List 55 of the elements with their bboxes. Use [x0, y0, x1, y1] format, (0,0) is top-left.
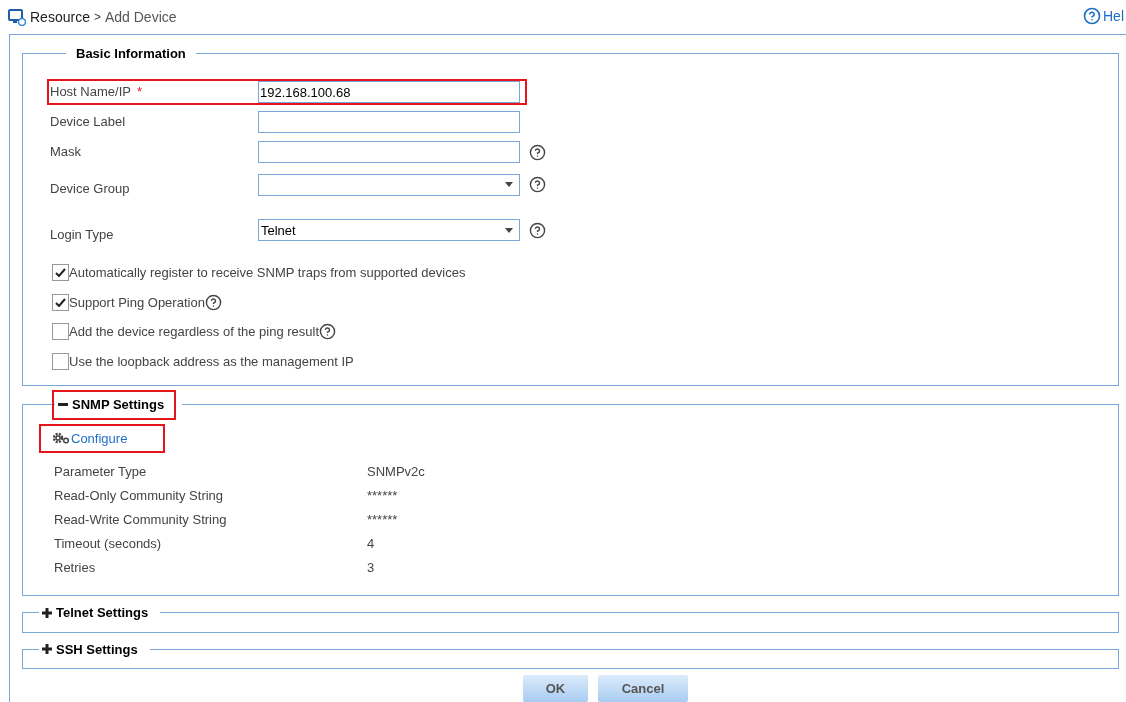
dropdown-field[interactable]	[258, 173, 520, 196]
ok-button[interactable]: OK	[523, 675, 588, 702]
section-title: SSH Settings	[56, 640, 138, 659]
parameter-value: ******	[367, 486, 398, 505]
checkbox[interactable]	[52, 323, 69, 341]
help-icon[interactable]	[1083, 7, 1101, 25]
help-icon[interactable]	[204, 293, 222, 311]
section-title: Telnet Settings	[56, 604, 149, 622]
dropdown-field[interactable]: Telnet	[258, 219, 520, 242]
text-field[interactable]	[258, 141, 520, 163]
field-label: Device Label	[50, 113, 126, 132]
minus-icon[interactable]	[58, 403, 68, 407]
parameter-name: Retries	[54, 558, 97, 577]
gears-icon	[52, 432, 70, 445]
help-icon[interactable]	[319, 323, 337, 341]
checkbox[interactable]	[52, 352, 69, 370]
help-icon[interactable]	[529, 143, 546, 161]
help-icon[interactable]	[529, 176, 546, 194]
field-label: Login Type	[50, 225, 114, 244]
cancel-button[interactable]: Cancel	[598, 675, 688, 702]
checkbox-label: Add the device regardless of the ping result	[69, 323, 320, 341]
parameter-value: SNMPv2c	[367, 462, 425, 481]
text-field[interactable]: 192.168.100.68	[258, 81, 520, 103]
checkbox[interactable]	[52, 293, 69, 311]
required-mark: *	[136, 83, 142, 102]
field-label: Mask	[50, 143, 82, 162]
configure-link[interactable]: Configure	[71, 428, 128, 448]
plus-icon[interactable]	[42, 644, 52, 655]
parameter-name: Read-Write Community String	[54, 510, 228, 529]
parameter-name: Timeout (seconds)	[54, 534, 163, 553]
field-label: Device Group	[50, 180, 130, 198]
check-icon	[55, 297, 66, 307]
breadcrumb-current: Add Device	[104, 7, 177, 27]
plus-icon[interactable]	[42, 607, 52, 618]
checkbox-label: Support Ping Operation	[69, 293, 205, 312]
dropdown-caret-icon	[505, 182, 513, 188]
section-title: SNMP Settings	[72, 396, 165, 414]
breadcrumb-link[interactable]: Resource	[30, 6, 90, 28]
monitor-icon	[8, 8, 26, 26]
parameter-value: ******	[367, 510, 398, 529]
breadcrumb-separator: >	[93, 9, 101, 26]
parameter-value: 4	[367, 534, 375, 553]
parameter-name: Parameter Type	[54, 462, 148, 481]
section-title: Basic Information	[76, 46, 186, 61]
checkbox[interactable]	[52, 264, 69, 282]
field-label: Host Name/IP	[50, 83, 131, 102]
checkbox-label: Automatically register to receive SNMP traps from supported devices	[69, 264, 466, 282]
checkbox-label: Use the loopback address as the management IP	[69, 352, 354, 371]
help-link[interactable]: Hel	[1103, 5, 1124, 27]
dropdown-caret-icon	[505, 227, 513, 233]
parameter-name: Read-Only Community String	[54, 486, 225, 505]
help-icon[interactable]	[529, 221, 546, 239]
parameter-value: 3	[367, 558, 375, 577]
text-field[interactable]	[258, 111, 520, 133]
check-icon	[55, 268, 66, 278]
